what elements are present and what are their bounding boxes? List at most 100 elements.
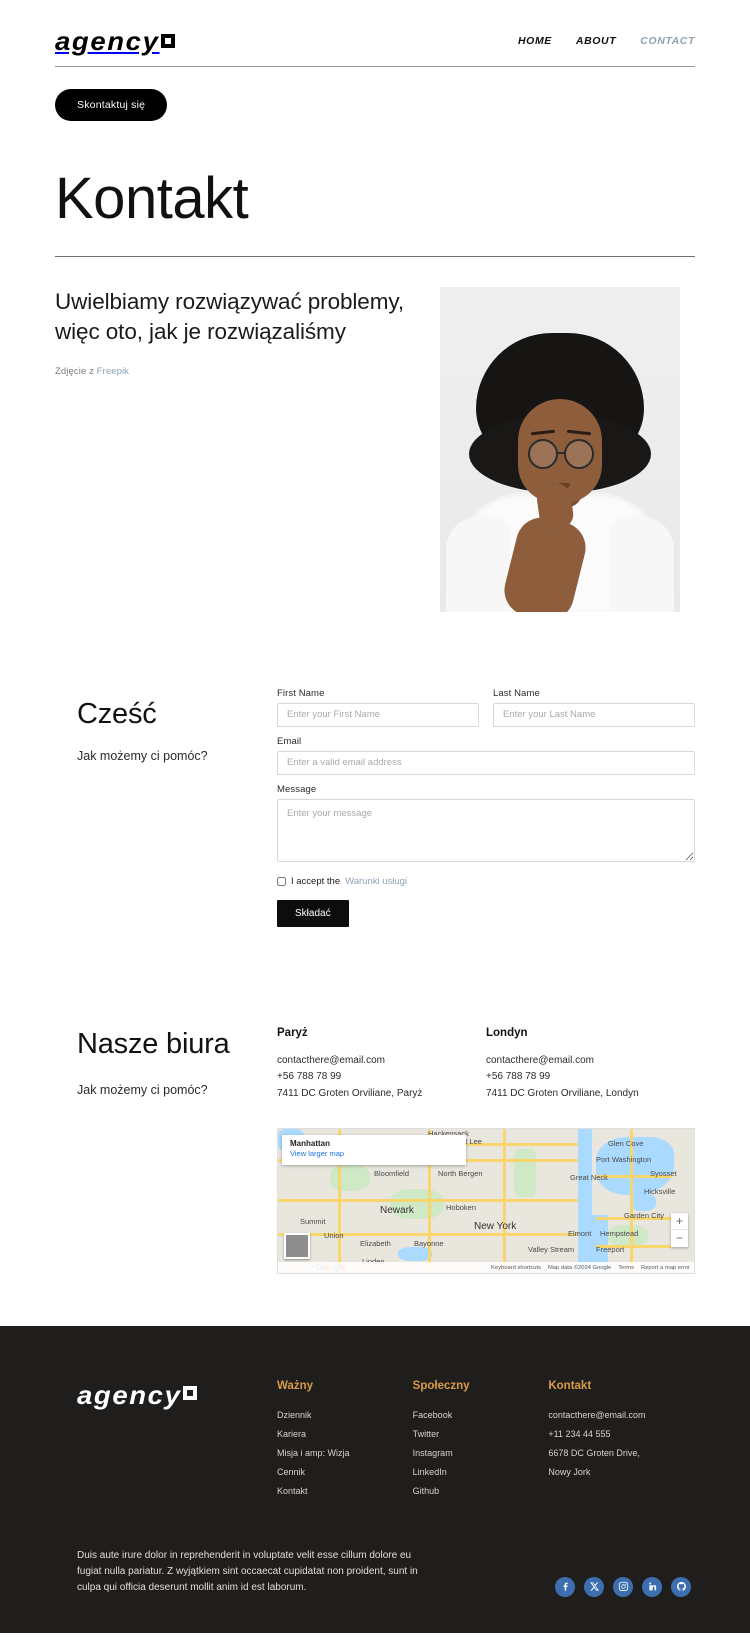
contact-cta-button[interactable]: Skontaktuj się xyxy=(55,89,168,121)
map-label: Hoboken xyxy=(446,1203,477,1213)
footer-link[interactable]: Kontakt xyxy=(277,1485,413,1499)
logo-text: agency xyxy=(55,25,160,56)
hero-photo xyxy=(440,286,680,612)
first-name-label: First Name xyxy=(277,687,325,699)
offices-heading: Nasze biura xyxy=(77,1027,230,1060)
offices-section: Nasze biura Jak możemy ci pomóc? Paryż c… xyxy=(55,1027,695,1275)
footer-column-spoleczny: Społeczny Facebook Twitter Instagram Lin… xyxy=(413,1380,549,1504)
office-phone: +56 788 78 99 xyxy=(486,1071,551,1083)
map-label: Garden City xyxy=(624,1211,665,1221)
last-name-field-group: Last Name xyxy=(493,688,695,727)
page-title: Kontakt xyxy=(55,166,249,231)
map-terms-link[interactable]: Terms xyxy=(618,1265,634,1271)
offices-intro: Nasze biura Jak możemy ci pomóc? xyxy=(55,1027,277,1275)
hero-section: Uwielbiamy rozwiązywać problemy, więc ot… xyxy=(55,286,695,612)
email-field-group: Email xyxy=(277,736,695,775)
header-row: agency HOME ABOUT CONTACT xyxy=(55,18,695,64)
office-card: Londyn contacthere@email.com +56 788 78 … xyxy=(486,1027,695,1103)
message-field-group: Message xyxy=(277,784,695,867)
site-footer: agency Ważny Dziennik Kariera Misja i am… xyxy=(0,1326,750,1633)
page-root: agency HOME ABOUT CONTACT Skontaktuj się… xyxy=(0,0,750,1633)
message-textarea[interactable] xyxy=(277,798,695,862)
map-label: North Bergen xyxy=(438,1169,483,1179)
email-input[interactable] xyxy=(277,750,695,775)
submit-button[interactable]: Składać xyxy=(277,899,349,927)
map-label: Elizabeth xyxy=(360,1239,391,1249)
instagram-icon[interactable] xyxy=(613,1576,633,1597)
linkedin-icon[interactable] xyxy=(642,1576,662,1597)
github-icon[interactable] xyxy=(671,1576,691,1597)
footer-logo-dot-icon xyxy=(182,1386,197,1401)
office-email: contacthere@email.com xyxy=(486,1054,594,1066)
office-email: contacthere@email.com xyxy=(277,1054,385,1066)
offices-content: Paryż contacthere@email.com +56 788 78 9… xyxy=(277,1027,695,1275)
footer-column-title: Kontakt xyxy=(548,1380,592,1393)
first-name-input[interactable] xyxy=(277,702,479,727)
map-label: Syosset xyxy=(650,1169,677,1179)
facebook-icon[interactable] xyxy=(555,1576,575,1597)
footer-contact-email: contacthere@email.com xyxy=(548,1410,646,1421)
footer-link[interactable]: Twitter xyxy=(413,1428,549,1442)
map-zoom-controls[interactable]: + − xyxy=(671,1213,688,1248)
last-name-label: Last Name xyxy=(493,687,540,699)
nav-item-contact[interactable]: CONTACT xyxy=(640,35,695,47)
footer-link[interactable]: Misja i amp: Wizja xyxy=(277,1447,413,1461)
footer-logo[interactable]: agency xyxy=(55,1380,277,1504)
map-keyboard-shortcuts[interactable]: Keyboard shortcuts xyxy=(491,1265,541,1271)
x-twitter-icon[interactable] xyxy=(584,1576,604,1597)
form-heading: Cześć xyxy=(77,697,157,730)
accept-terms-checkbox[interactable] xyxy=(277,876,286,886)
footer-column-title: Społeczny xyxy=(412,1380,470,1393)
map-data-attribution: Map data ©2024 Google xyxy=(547,1264,612,1271)
hero-text-block: Uwielbiamy rozwiązywać problemy, więc ot… xyxy=(55,287,410,377)
footer-link[interactable]: Dziennik xyxy=(277,1409,413,1423)
message-label: Message xyxy=(277,783,317,795)
office-address: 7411 DC Groten Orviliane, Londyn xyxy=(486,1087,639,1099)
last-name-input[interactable] xyxy=(493,702,695,727)
office-card: Paryż contacthere@email.com +56 788 78 9… xyxy=(277,1027,486,1103)
nav-item-about[interactable]: ABOUT xyxy=(576,35,616,47)
site-logo[interactable]: agency xyxy=(55,26,175,57)
form-intro: Cześć Jak możemy ci pomóc? xyxy=(55,684,277,927)
footer-contact-address-line2: Nowy Jork xyxy=(548,1467,591,1478)
photo-credit: Zdjęcie z Freepik xyxy=(55,366,410,377)
map-attribution-bar: Keyboard shortcuts Map data ©2024 Google… xyxy=(278,1262,694,1274)
footer-link[interactable]: Kariera xyxy=(277,1428,413,1442)
main-nav: HOME ABOUT CONTACT xyxy=(518,35,695,47)
view-larger-map-link[interactable]: View larger map xyxy=(290,1149,458,1158)
footer-link[interactable]: LinkedIn xyxy=(413,1466,549,1480)
terms-of-service-link[interactable]: Warunki usługi xyxy=(345,876,407,887)
map-label: New York xyxy=(474,1221,517,1233)
map-label: Hempstead xyxy=(600,1229,639,1239)
office-address: 7411 DC Groten Orviliane, Paryż xyxy=(277,1087,423,1099)
map-label: Summit xyxy=(300,1217,326,1227)
footer-contact-address-line1: 6678 DC Groten Drive, xyxy=(548,1448,640,1459)
accept-terms-text: I accept the xyxy=(291,875,341,887)
footer-link[interactable]: Instagram xyxy=(413,1447,549,1461)
office-phone: +56 788 78 99 xyxy=(277,1071,342,1083)
page-title-section: Kontakt xyxy=(55,166,695,257)
google-map[interactable]: Bloomfield North Bergen Fort Lee Glen Co… xyxy=(277,1128,695,1275)
zoom-in-button[interactable]: + xyxy=(671,1213,688,1231)
email-label: Email xyxy=(277,735,302,747)
accept-terms-row: I accept the Warunki usługi xyxy=(277,876,695,887)
footer-column-kontakt: Kontakt contacthere@email.com +11 234 44… xyxy=(548,1380,695,1504)
footer-contact-phone: +11 234 44 555 xyxy=(548,1429,611,1440)
footer-link[interactable]: Github xyxy=(413,1485,549,1499)
footer-logo-text: agency xyxy=(77,1380,182,1411)
photo-credit-link[interactable]: Freepik xyxy=(97,366,129,377)
map-place-card[interactable]: Manhattan View larger map xyxy=(282,1135,466,1166)
map-label: Glen Cove xyxy=(608,1139,644,1149)
map-streetview-thumbnail[interactable] xyxy=(284,1233,310,1260)
map-label: Bayonne xyxy=(414,1239,444,1249)
zoom-out-button[interactable]: − xyxy=(671,1230,688,1247)
cta-row: Skontaktuj się xyxy=(55,67,695,121)
nav-item-home[interactable]: HOME xyxy=(518,35,552,47)
footer-column-wazny: Ważny Dziennik Kariera Misja i amp: Wizj… xyxy=(277,1380,413,1504)
social-links xyxy=(555,1576,695,1597)
footer-link[interactable]: Facebook xyxy=(413,1409,549,1423)
map-report-error-link[interactable]: Report a map error xyxy=(641,1265,690,1271)
map-label: Great Neck xyxy=(570,1173,608,1183)
footer-link[interactable]: Cennik xyxy=(277,1466,413,1480)
logo-dot-icon xyxy=(160,34,175,48)
